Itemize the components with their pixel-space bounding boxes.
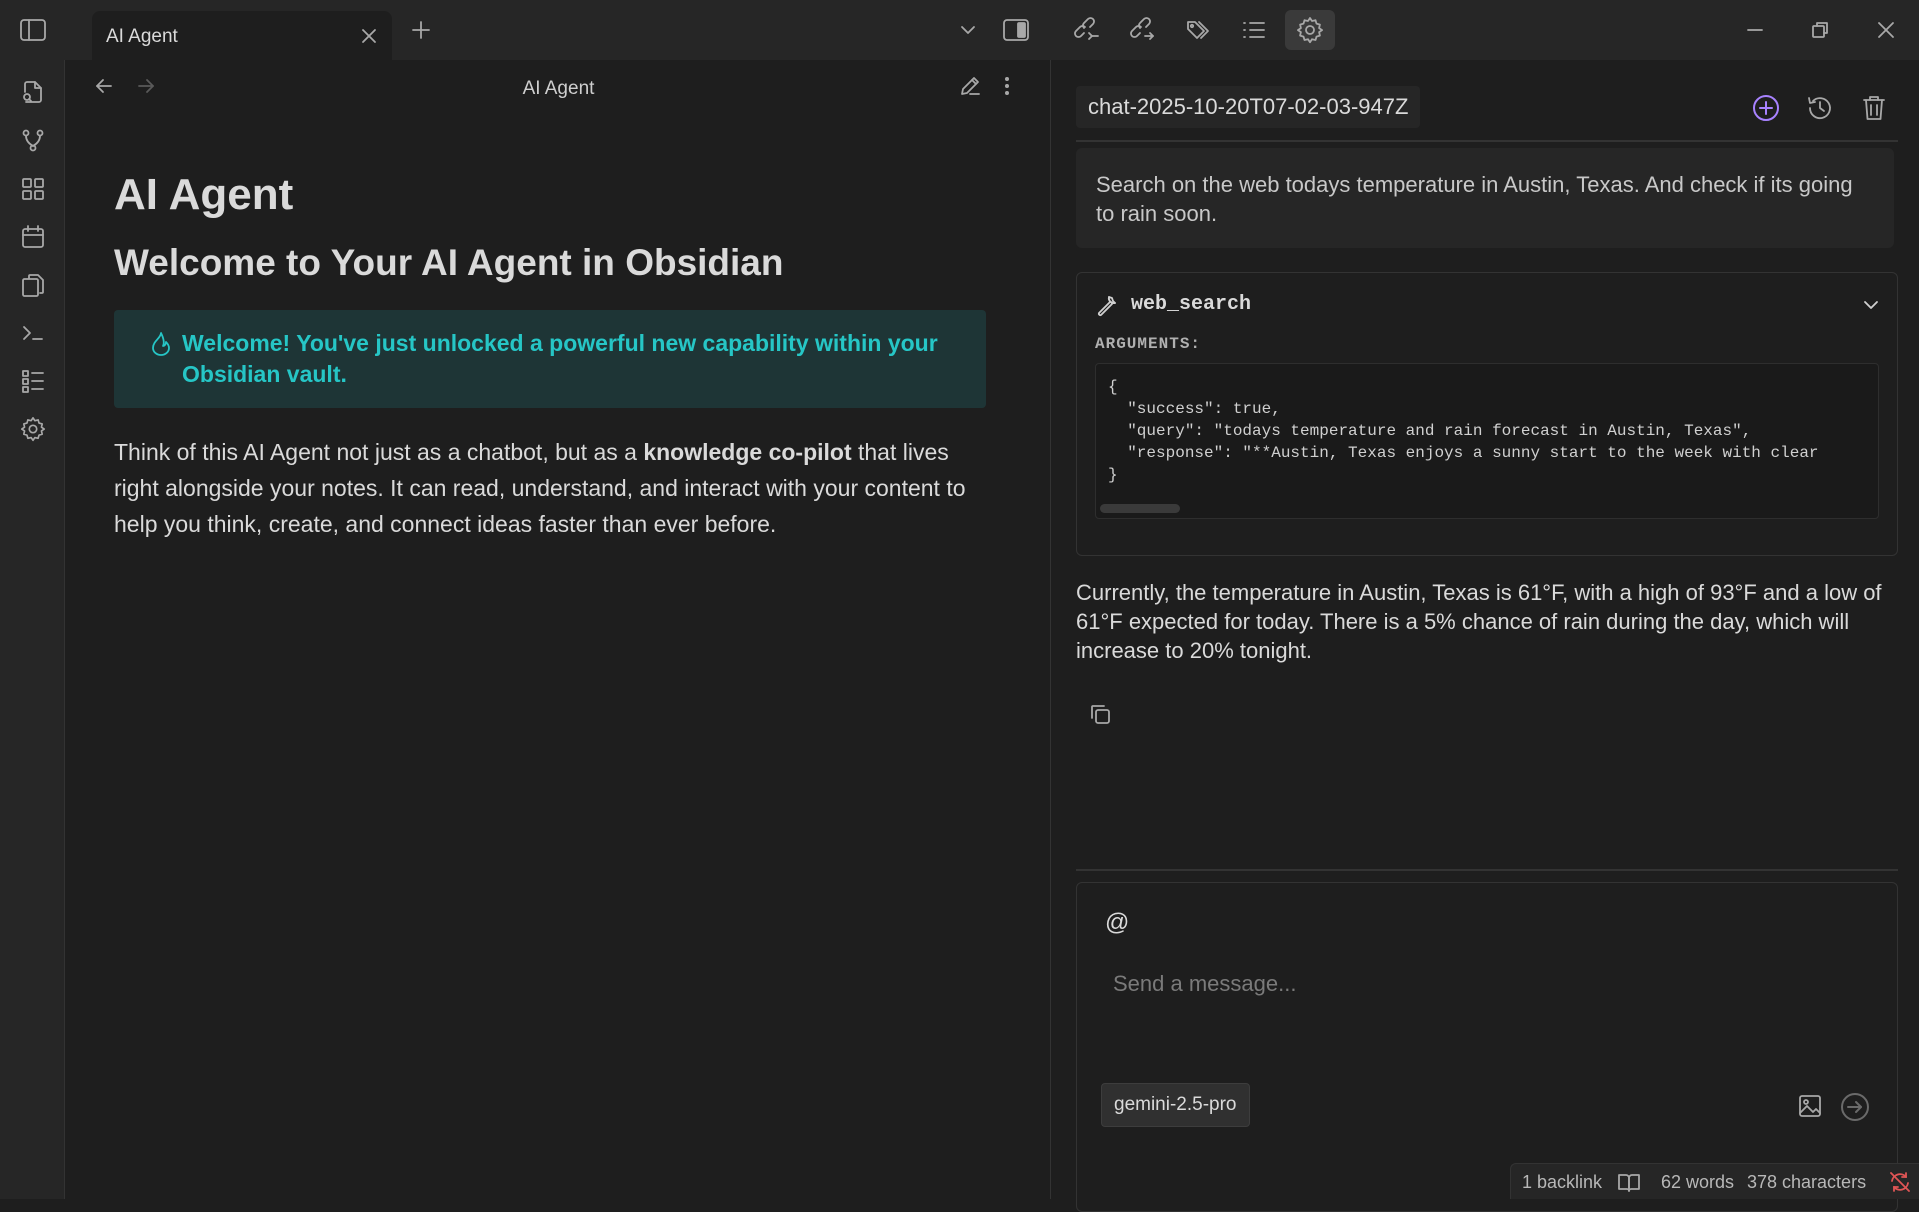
message-input[interactable]: Send a message... bbox=[1113, 971, 1296, 997]
tab-title: AI Agent bbox=[106, 26, 178, 47]
flame-icon bbox=[150, 331, 172, 357]
collapse-chevron-icon[interactable] bbox=[1861, 295, 1881, 315]
send-arrow-icon[interactable] bbox=[1839, 1091, 1871, 1123]
assistant-answer: Currently, the temperature in Austin, Te… bbox=[1076, 580, 1882, 663]
backlink-count[interactable]: 1 backlink bbox=[1522, 1172, 1602, 1193]
word-count: 62 words bbox=[1661, 1172, 1735, 1192]
note-heading: Welcome to Your AI Agent in Obsidian bbox=[114, 242, 784, 283]
arguments-code: { "success": true, "query": "todays temp… bbox=[1108, 378, 1819, 484]
tab-ai-agent[interactable]: AI Agent bbox=[92, 11, 392, 60]
close-icon[interactable] bbox=[354, 21, 384, 51]
title-bar: AI Agent bbox=[0, 0, 1919, 60]
settings-gear-icon[interactable] bbox=[16, 412, 50, 446]
tool-call-card: web_search ARGUMENTS: { "success": true,… bbox=[1076, 272, 1898, 556]
restore-icon[interactable] bbox=[1800, 10, 1840, 50]
tab-list-chevron-down-icon[interactable] bbox=[952, 14, 984, 46]
intro-paragraph: Think of this AI Agent not just as a cha… bbox=[114, 434, 986, 542]
status-bar: 1 backlink 62 words 378 characters bbox=[1510, 1163, 1919, 1199]
callout-text: Welcome! You've just unlocked a powerful… bbox=[182, 330, 938, 387]
right-sidebar-toggle-icon[interactable] bbox=[1000, 14, 1032, 46]
arguments-code-block[interactable]: { "success": true, "query": "todays temp… bbox=[1095, 363, 1879, 519]
tool-name: web_search bbox=[1131, 293, 1252, 316]
copy-icon[interactable] bbox=[1082, 696, 1118, 732]
header-divider bbox=[1076, 140, 1898, 142]
character-count: 378 characters bbox=[1747, 1172, 1867, 1192]
graph-view-icon[interactable] bbox=[16, 124, 50, 158]
mention-at-button[interactable]: @ bbox=[1105, 909, 1129, 937]
para-bold-text: knowledge co-pilot bbox=[643, 439, 852, 465]
model-selector[interactable]: gemini-2.5-pro bbox=[1101, 1083, 1250, 1127]
user-message: Search on the web todays temperature in … bbox=[1076, 148, 1894, 248]
horizontal-scrollbar[interactable] bbox=[1100, 504, 1180, 513]
para-text-start: Think of this AI Agent not just as a cha… bbox=[114, 439, 644, 465]
view-header: AI Agent bbox=[66, 60, 1051, 116]
terminal-icon[interactable] bbox=[16, 316, 50, 350]
tags-icon[interactable] bbox=[1183, 14, 1215, 46]
new-tab-plus-icon[interactable] bbox=[405, 14, 437, 46]
chat-title[interactable]: chat-2025-10-20T07-02-03-947Z bbox=[1076, 86, 1421, 128]
canvas-grid-icon[interactable] bbox=[16, 172, 50, 206]
backlinks-icon[interactable] bbox=[1071, 14, 1103, 46]
calendar-icon[interactable] bbox=[16, 220, 50, 254]
minimize-icon[interactable] bbox=[1735, 10, 1775, 50]
view-title: AI Agent bbox=[522, 78, 595, 99]
composer-divider bbox=[1076, 869, 1898, 871]
more-options-icon[interactable] bbox=[1000, 74, 1014, 98]
sync-disabled-icon[interactable] bbox=[1888, 1171, 1912, 1193]
list-view-icon[interactable] bbox=[16, 364, 50, 398]
file-search-icon[interactable] bbox=[16, 76, 50, 110]
trash-icon[interactable] bbox=[1856, 90, 1892, 126]
note-content: AI Agent Welcome to Your AI Agent in Obs… bbox=[114, 170, 986, 542]
outline-list-icon[interactable] bbox=[1238, 14, 1270, 46]
welcome-callout: Welcome! You've just unlocked a powerful… bbox=[114, 310, 986, 408]
image-attach-icon[interactable] bbox=[1797, 1093, 1823, 1119]
edit-pencil-icon[interactable] bbox=[958, 74, 982, 98]
sidebar-toggle-icon[interactable] bbox=[17, 14, 49, 46]
new-chat-plus-icon[interactable] bbox=[1748, 90, 1784, 126]
copy-files-icon[interactable] bbox=[16, 268, 50, 302]
left-ribbon bbox=[0, 60, 65, 1199]
ai-chat-panel: chat-2025-10-20T07-02-03-947Z Search on … bbox=[1052, 60, 1919, 1212]
outgoing-links-icon[interactable] bbox=[1127, 14, 1159, 46]
wrench-icon bbox=[1095, 293, 1119, 317]
history-icon[interactable] bbox=[1802, 90, 1838, 126]
note-pane: AI Agent AI Agent Welcome to Your AI Age… bbox=[66, 60, 1051, 1199]
note-title: AI Agent bbox=[114, 170, 294, 219]
reading-book-icon[interactable] bbox=[1617, 1171, 1641, 1193]
window-close-icon[interactable] bbox=[1866, 10, 1906, 50]
ai-agent-gear-icon[interactable] bbox=[1285, 10, 1335, 50]
arguments-label: ARGUMENTS: bbox=[1095, 335, 1202, 353]
